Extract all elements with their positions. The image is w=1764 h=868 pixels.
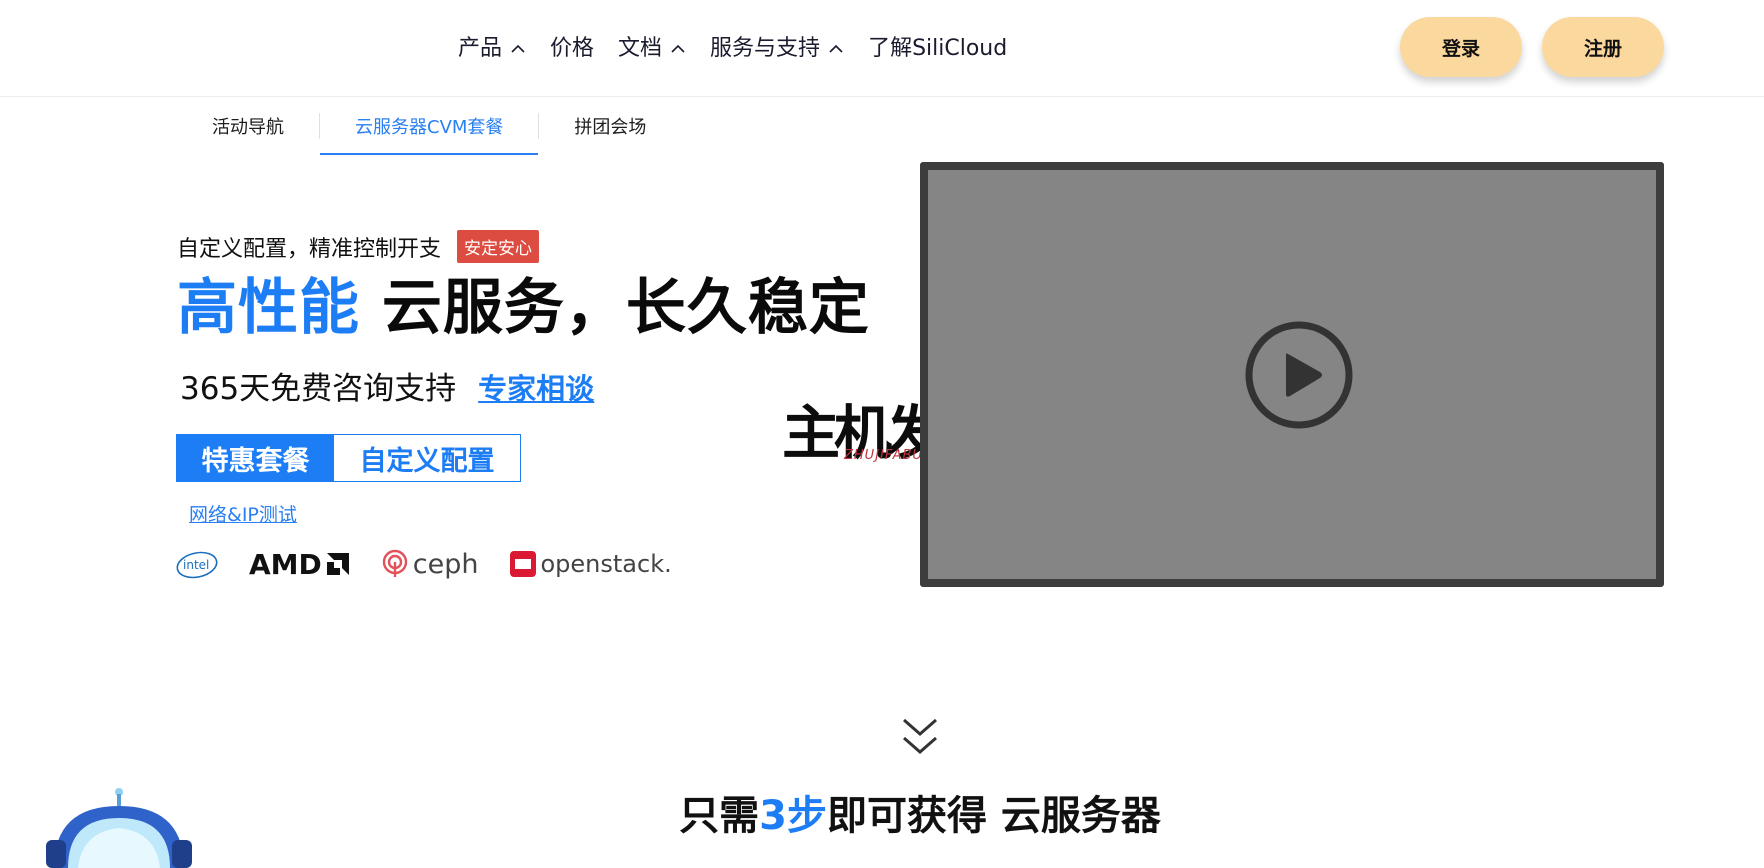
nav-item-products[interactable]: 产品 [458,30,526,62]
nav-item-pricing[interactable]: 价格 [550,30,594,62]
amd-arrow-icon [326,553,349,575]
amd-logo-text: AMD [249,547,322,581]
nav-item-label: 文档 [618,36,663,61]
nav-item-label: 服务与支持 [710,36,821,61]
chevron-up-icon [828,41,844,57]
hero-tagline-row: 自定义配置，精准控制开支 安定安心 [177,230,540,263]
video-player[interactable] [920,162,1664,587]
register-button[interactable]: 注册 [1542,17,1664,77]
intel-logo: intel [175,548,219,580]
openstack-logo-text: openstack. [540,550,672,578]
tab-label: 拼团会场 [574,117,647,138]
tab-custom-config[interactable]: 自定义配置 [334,435,520,481]
tab-activity-nav[interactable]: 活动导航 [196,97,319,155]
nav-item-support[interactable]: 服务与支持 [710,30,844,62]
top-navigation: 产品 价格 文档 服务与支持 了解SiliCloud 登录 注册 [0,0,1764,97]
login-button[interactable]: 登录 [1400,17,1522,77]
ceph-logo-text: ceph [412,548,479,580]
nav-item-label: 价格 [550,36,595,61]
nav-item-docs[interactable]: 文档 [618,30,686,62]
consult-text: 365天免费咨询支持 [180,371,457,407]
headline-main: 云服务，长久稳定 [381,273,870,343]
hero-tagline: 自定义配置，精准控制开支 [177,236,442,262]
headline-highlight: 高性能 [177,273,360,343]
amd-logo: AMD [249,548,351,581]
hero-headline: 高性能 云服务，长久稳定 [177,268,870,348]
ceph-icon [382,549,407,577]
ceph-logo: ceph [381,549,479,580]
consult-row: 365天免费咨询支持 专家相谈 [180,363,594,408]
chevron-up-icon [510,41,526,57]
openstack-logo: openstack. [509,550,672,578]
watermark-en-text: ZHUJIFABU [844,448,923,463]
network-ip-test-link[interactable]: 网络&IP测试 [189,500,297,527]
steps-section-title: 只需3步即可获得 云服务器 [0,783,1764,841]
robot-assistant-icon[interactable] [46,788,196,868]
package-toggle: 特惠套餐 自定义配置 [176,434,521,482]
nav-item-label: 了解SiliCloud [868,36,1008,61]
status-badge: 安定安心 [457,230,540,263]
double-chevron-down-icon[interactable] [900,716,940,760]
openstack-icon [509,551,536,577]
nav-item-label: 产品 [458,36,503,61]
steps-prefix: 只需 [679,793,760,839]
tab-cvm-packages[interactable]: 云服务器CVM套餐 [320,97,539,155]
tab-label: 云服务器CVM套餐 [355,117,504,138]
nav-item-about[interactable]: 了解SiliCloud [868,30,1007,62]
steps-suffix: 即可获得 云服务器 [826,793,1161,839]
chevron-up-icon [670,41,686,57]
steps-number: 3步 [759,793,827,839]
tab-label: 活动导航 [212,117,284,138]
tab-special-packages[interactable]: 特惠套餐 [177,435,334,481]
promo-tabs: 活动导航 云服务器CVM套餐 拼团会场 [196,97,681,155]
intel-logo-text: intel [183,558,209,572]
partner-logos: intel AMD ceph openstack. [175,546,702,582]
play-icon[interactable] [1244,320,1354,430]
expert-consult-link[interactable]: 专家相谈 [478,366,594,408]
tab-group-buy[interactable]: 拼团会场 [539,97,681,155]
main-menu: 产品 价格 文档 服务与支持 了解SiliCloud [458,30,1031,62]
